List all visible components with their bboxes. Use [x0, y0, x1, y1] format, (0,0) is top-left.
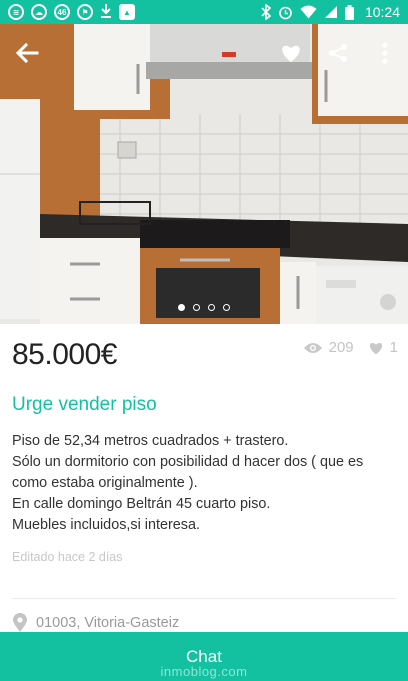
edited-timestamp: Editado hace 2 días	[12, 550, 123, 564]
status-system: 10:24	[261, 4, 400, 20]
divider	[12, 598, 396, 599]
gallery-dot[interactable]	[193, 304, 200, 311]
gallery-dot[interactable]	[223, 304, 230, 311]
description-line: En calle domingo Beltrán 45 cuarto piso.	[12, 496, 271, 512]
spotify-icon: ≋	[8, 4, 24, 20]
bluetooth-icon	[261, 4, 271, 20]
listing-price: 85.000€	[12, 338, 117, 371]
listing-screen: ≋ ☁ 46 ⚑ ▲ 10:24 85.000€ 209 1 Urge vend…	[0, 0, 408, 681]
listing-title: Urge vender piso	[12, 394, 157, 415]
battery-icon	[344, 4, 354, 20]
favorites-count: 1	[389, 339, 398, 356]
photo-toolbar	[0, 24, 408, 80]
more-vertical-icon	[382, 42, 388, 64]
gallery-dot[interactable]	[178, 304, 185, 311]
status-notifications: ≋ ☁ 46 ⚑ ▲	[8, 3, 135, 22]
location-pin-icon	[13, 613, 27, 632]
description-line: Muebles incluidos,si interesa.	[12, 517, 200, 533]
heart-icon	[369, 342, 382, 354]
status-bar: ≋ ☁ 46 ⚑ ▲ 10:24	[0, 0, 408, 24]
arrow-left-icon	[15, 43, 39, 63]
favorite-button[interactable]	[276, 38, 306, 68]
flag-icon: ⚑	[77, 4, 93, 20]
cloud-icon: ☁	[31, 4, 47, 20]
heart-icon	[282, 45, 300, 62]
description-line: Piso de 52,34 metros cuadrados + traster…	[12, 433, 289, 449]
views-count: 209	[328, 339, 354, 356]
listing-location[interactable]: 01003, Vitoria-Gasteiz	[12, 613, 179, 633]
signal-icon	[324, 5, 338, 19]
back-button[interactable]	[12, 38, 42, 68]
more-options-button[interactable]	[370, 38, 400, 68]
description-line: Sólo un dormitorio con posibilidad d hac…	[12, 454, 364, 491]
download-icon	[100, 3, 112, 22]
eye-icon	[303, 342, 322, 353]
watermark: inmoblog.com	[160, 664, 248, 679]
share-button[interactable]	[323, 38, 353, 68]
location-label: 01003, Vitoria-Gasteiz	[36, 615, 180, 631]
listing-stats: 209 1	[303, 339, 398, 356]
share-icon	[329, 44, 347, 62]
gallery-pager	[0, 304, 408, 311]
image-icon: ▲	[119, 4, 135, 20]
gallery-dot[interactable]	[208, 304, 215, 311]
wifi-icon	[300, 5, 317, 19]
alarm-icon	[278, 5, 293, 20]
clock: 10:24	[364, 4, 400, 20]
notification-46-icon: 46	[54, 4, 70, 20]
listing-description: Piso de 52,34 metros cuadrados + traster…	[12, 431, 400, 536]
